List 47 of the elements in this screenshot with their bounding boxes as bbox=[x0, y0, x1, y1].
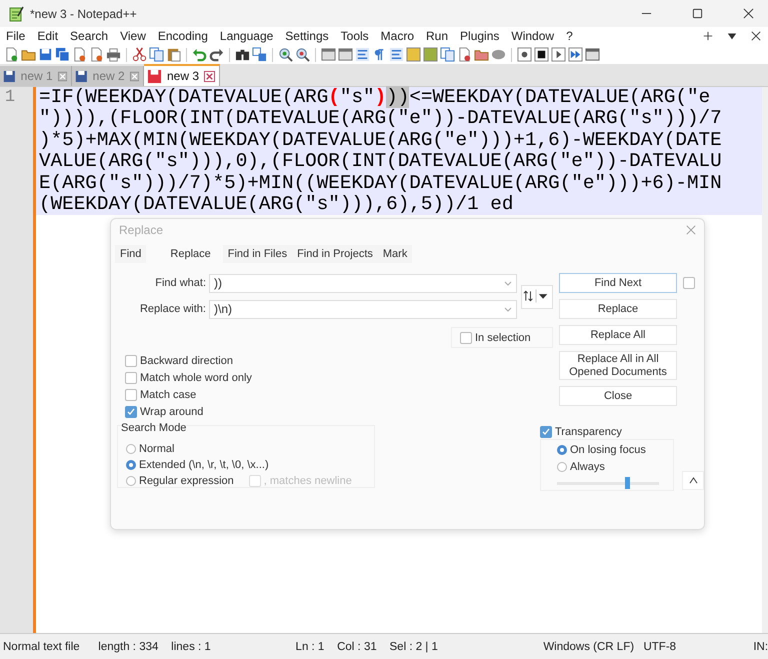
dialog-tab[interactable]: Find in Projects bbox=[292, 245, 378, 263]
field-label: Find what: bbox=[154, 277, 207, 289]
dialog-button[interactable]: Replace All in All Opened Documents bbox=[559, 351, 677, 380]
replace-field[interactable]: )\n) bbox=[209, 300, 517, 318]
group-title: Search Mode bbox=[121, 422, 186, 434]
option-checkbox[interactable]: Match case bbox=[125, 388, 553, 402]
status-item: Windows (CR LF) bbox=[542, 640, 636, 652]
menu-item[interactable]: Window bbox=[511, 29, 554, 43]
transparency-checkbox[interactable]: Transparency bbox=[540, 425, 674, 439]
option-checkbox[interactable]: Wrap around bbox=[125, 405, 553, 419]
status-item: UTF-8 bbox=[642, 640, 678, 652]
menu-item[interactable]: Encoding bbox=[158, 29, 208, 43]
dialog-title: Replace bbox=[119, 223, 164, 237]
mode-radio[interactable]: Normal bbox=[126, 442, 374, 455]
dialog-tab[interactable]: Mark bbox=[378, 245, 412, 263]
window-title: *new 3 - Notepad++ bbox=[30, 6, 137, 20]
status-item: IN: bbox=[752, 640, 768, 652]
option-checkbox[interactable]: Match whole word only bbox=[125, 371, 553, 385]
dialog-button[interactable]: Replace All bbox=[559, 325, 677, 345]
menu-item[interactable]: Search bbox=[70, 29, 108, 43]
mode-radio[interactable]: Extended (\n, \r, \t, \0, \x...) bbox=[126, 458, 374, 471]
dialog-button[interactable]: Close bbox=[559, 386, 677, 406]
dialog-button[interactable]: Find Next bbox=[559, 273, 677, 293]
file-tab[interactable]: new 3 bbox=[144, 64, 220, 86]
status-item: length : 334 lines : 1 bbox=[97, 640, 212, 652]
menu-item[interactable]: View bbox=[120, 29, 146, 43]
status-item: Ln : 1 Col : 31 Sel : 2 | 1 bbox=[294, 640, 439, 652]
menu-item[interactable]: Plugins bbox=[460, 29, 500, 43]
transparency-radio[interactable]: On losing focus bbox=[557, 443, 673, 457]
find-field[interactable]: )) bbox=[209, 274, 517, 292]
field-label: Replace with: bbox=[138, 303, 207, 315]
status-item: Normal text file bbox=[2, 640, 81, 652]
menu-item[interactable]: Macro bbox=[380, 29, 414, 43]
menu-item[interactable]: File bbox=[6, 29, 26, 43]
dialog-tab[interactable]: Find bbox=[115, 245, 146, 263]
dialog-tab[interactable]: Find in Files bbox=[222, 245, 292, 263]
in-selection-checkbox[interactable]: In selection bbox=[451, 327, 553, 348]
line-number: 1 bbox=[4, 87, 16, 108]
dialog-button[interactable]: Replace bbox=[559, 299, 677, 319]
menu-item[interactable]: Run bbox=[426, 29, 448, 43]
option-checkbox[interactable]: Backward direction bbox=[125, 354, 553, 368]
menu-item[interactable]: Edit bbox=[37, 29, 58, 43]
menu-item[interactable]: Settings bbox=[285, 29, 329, 43]
menu-item[interactable]: Language bbox=[220, 29, 274, 43]
menu-item[interactable]: ? bbox=[566, 29, 573, 43]
menu-item[interactable]: Tools bbox=[340, 29, 369, 43]
transparency-radio[interactable]: Always bbox=[557, 460, 673, 474]
